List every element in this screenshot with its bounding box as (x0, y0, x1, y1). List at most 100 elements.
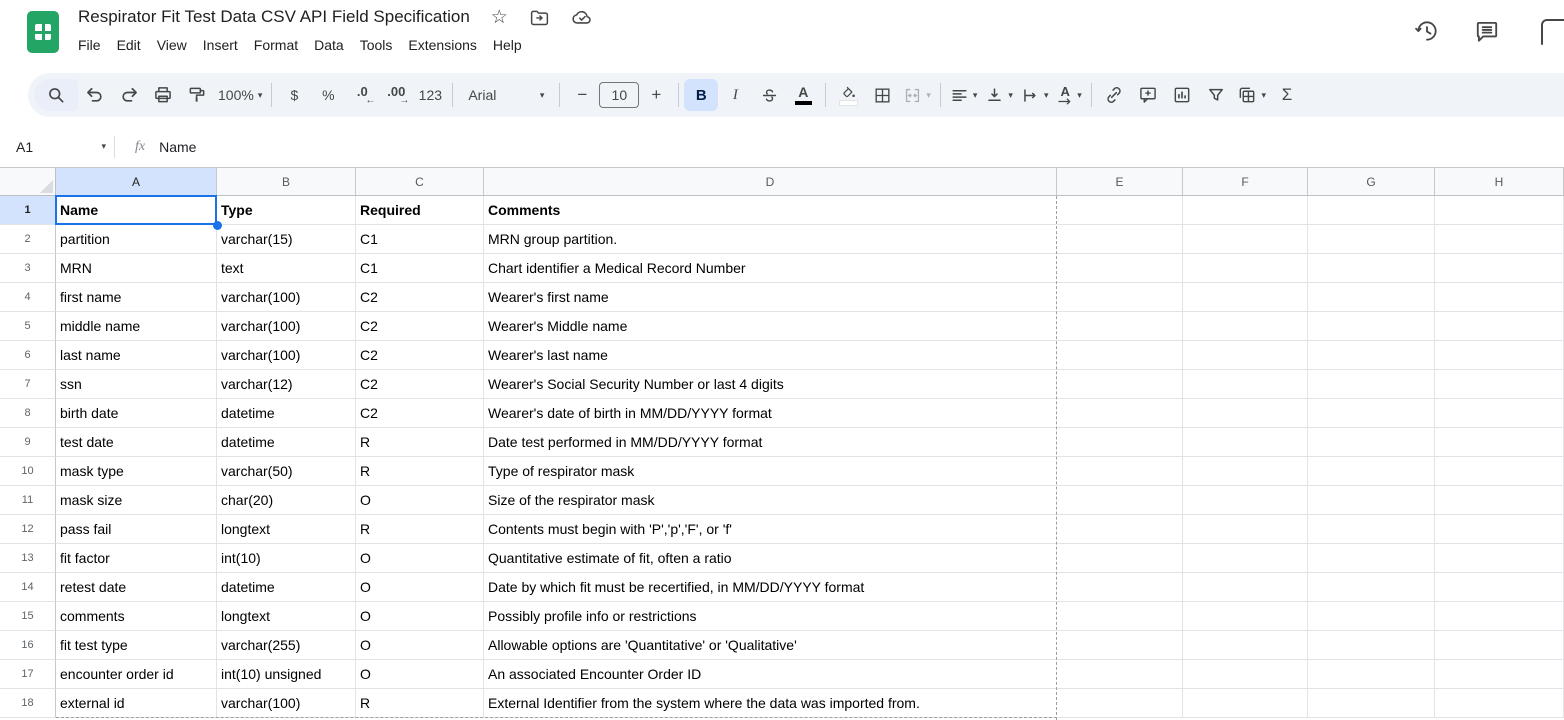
menu-view[interactable]: View (149, 34, 195, 56)
cell-G12[interactable] (1308, 515, 1435, 544)
cell-H3[interactable] (1435, 254, 1564, 283)
cell-A14[interactable]: retest date (56, 573, 217, 602)
row-header-14[interactable]: 14 (0, 573, 56, 602)
search-icon[interactable] (34, 79, 78, 111)
cell-G5[interactable] (1308, 312, 1435, 341)
version-history-icon[interactable] (1414, 18, 1440, 44)
cell-D7[interactable]: Wearer's Social Security Number or last … (484, 370, 1057, 399)
cell-G1[interactable] (1308, 196, 1435, 225)
cell-H17[interactable] (1435, 660, 1564, 689)
text-wrap-button[interactable]: ▾ (1017, 79, 1053, 111)
cell-H13[interactable] (1435, 544, 1564, 573)
row-header-8[interactable]: 8 (0, 399, 56, 428)
cell-H5[interactable] (1435, 312, 1564, 341)
cell-H9[interactable] (1435, 428, 1564, 457)
cell-D14[interactable]: Date by which fit must be recertified, i… (484, 573, 1057, 602)
cell-B13[interactable]: int(10) (217, 544, 356, 573)
cell-B10[interactable]: varchar(50) (217, 457, 356, 486)
functions-button[interactable]: Σ (1270, 79, 1304, 111)
cell-B5[interactable]: varchar(100) (217, 312, 356, 341)
cell-E11[interactable] (1057, 486, 1183, 515)
cell-G9[interactable] (1308, 428, 1435, 457)
cell-F6[interactable] (1183, 341, 1308, 370)
bold-button[interactable]: B (684, 79, 718, 111)
cell-G11[interactable] (1308, 486, 1435, 515)
cell-B16[interactable]: varchar(255) (217, 631, 356, 660)
cell-H2[interactable] (1435, 225, 1564, 254)
cell-C1[interactable]: Required (356, 196, 484, 225)
cell-C15[interactable]: O (356, 602, 484, 631)
cell-B12[interactable]: longtext (217, 515, 356, 544)
cell-C11[interactable]: O (356, 486, 484, 515)
column-header-B[interactable]: B (217, 168, 356, 196)
column-header-C[interactable]: C (356, 168, 484, 196)
cell-G4[interactable] (1308, 283, 1435, 312)
cell-F13[interactable] (1183, 544, 1308, 573)
cell-G17[interactable] (1308, 660, 1435, 689)
cell-C9[interactable]: R (356, 428, 484, 457)
cell-F11[interactable] (1183, 486, 1308, 515)
cell-E13[interactable] (1057, 544, 1183, 573)
comments-icon[interactable] (1474, 18, 1500, 44)
row-header-3[interactable]: 3 (0, 254, 56, 283)
cell-E2[interactable] (1057, 225, 1183, 254)
cell-A7[interactable]: ssn (56, 370, 217, 399)
cell-A9[interactable]: test date (56, 428, 217, 457)
cell-H10[interactable] (1435, 457, 1564, 486)
row-header-6[interactable]: 6 (0, 341, 56, 370)
cell-F2[interactable] (1183, 225, 1308, 254)
cell-A5[interactable]: middle name (56, 312, 217, 341)
cell-C4[interactable]: C2 (356, 283, 484, 312)
column-header-D[interactable]: D (484, 168, 1057, 196)
column-header-G[interactable]: G (1308, 168, 1435, 196)
document-title[interactable]: Respirator Fit Test Data CSV API Field S… (78, 7, 470, 27)
cloud-status-icon[interactable] (571, 6, 593, 28)
format-percent-button[interactable]: % (311, 79, 345, 111)
cell-F10[interactable] (1183, 457, 1308, 486)
cell-B8[interactable]: datetime (217, 399, 356, 428)
more-formats-button[interactable]: 123 (413, 79, 447, 111)
column-header-F[interactable]: F (1183, 168, 1308, 196)
create-filter-button[interactable] (1199, 79, 1233, 111)
menu-tools[interactable]: Tools (352, 34, 401, 56)
cell-A2[interactable]: partition (56, 225, 217, 254)
cell-D8[interactable]: Wearer's date of birth in MM/DD/YYYY for… (484, 399, 1057, 428)
cell-F3[interactable] (1183, 254, 1308, 283)
cell-H1[interactable] (1435, 196, 1564, 225)
vertical-align-button[interactable]: ▾ (981, 79, 1017, 111)
cell-A13[interactable]: fit factor (56, 544, 217, 573)
row-header-15[interactable]: 15 (0, 602, 56, 631)
cell-D2[interactable]: MRN group partition. (484, 225, 1057, 254)
zoom-select[interactable]: 100% ▾ (214, 79, 266, 111)
merge-cells-button[interactable]: ▾ (899, 79, 935, 111)
print-icon[interactable] (146, 79, 180, 111)
cell-A16[interactable]: fit test type (56, 631, 217, 660)
cell-D10[interactable]: Type of respirator mask (484, 457, 1057, 486)
horizontal-align-button[interactable]: ▾ (946, 79, 982, 111)
cell-E10[interactable] (1057, 457, 1183, 486)
menu-extensions[interactable]: Extensions (400, 34, 484, 56)
insert-link-button[interactable] (1097, 79, 1131, 111)
cell-H16[interactable] (1435, 631, 1564, 660)
cell-B2[interactable]: varchar(15) (217, 225, 356, 254)
cell-D11[interactable]: Size of the respirator mask (484, 486, 1057, 515)
move-folder-icon[interactable] (529, 7, 550, 28)
row-header-2[interactable]: 2 (0, 225, 56, 254)
cell-G15[interactable] (1308, 602, 1435, 631)
cell-D16[interactable]: Allowable options are 'Quantitative' or … (484, 631, 1057, 660)
cell-D1[interactable]: Comments (484, 196, 1057, 225)
cell-H8[interactable] (1435, 399, 1564, 428)
cell-G14[interactable] (1308, 573, 1435, 602)
cell-A17[interactable]: encounter order id (56, 660, 217, 689)
insert-comment-button[interactable] (1131, 79, 1165, 111)
redo-icon[interactable] (112, 79, 146, 111)
cell-B11[interactable]: char(20) (217, 486, 356, 515)
cell-H7[interactable] (1435, 370, 1564, 399)
cell-B18[interactable]: varchar(100) (217, 689, 356, 718)
cell-F14[interactable] (1183, 573, 1308, 602)
cell-A12[interactable]: pass fail (56, 515, 217, 544)
cell-F12[interactable] (1183, 515, 1308, 544)
cell-D13[interactable]: Quantitative estimate of fit, often a ra… (484, 544, 1057, 573)
star-icon[interactable]: ☆ (491, 8, 508, 27)
column-header-E[interactable]: E (1057, 168, 1183, 196)
